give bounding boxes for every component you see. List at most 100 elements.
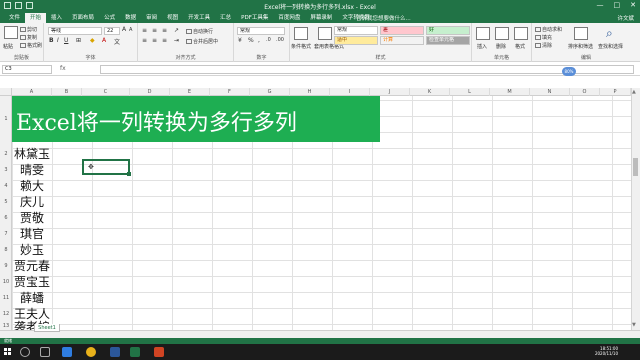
font-size-select[interactable]: 22 <box>104 27 120 35</box>
shrink-font-icon[interactable]: A <box>129 27 132 33</box>
column-header-a[interactable]: A <box>12 88 52 96</box>
scrollbar-thumb[interactable] <box>633 158 638 176</box>
delete-cells-icon[interactable] <box>495 27 509 40</box>
sort-filter-button[interactable]: 排序和筛选 <box>568 43 593 50</box>
column-header-f[interactable]: F <box>210 88 250 96</box>
vertical-scrollbar[interactable] <box>631 88 640 330</box>
sort-filter-icon[interactable] <box>574 27 588 40</box>
fx-icon[interactable]: fx <box>60 65 66 72</box>
tab-screen-record[interactable]: 屏幕录制 <box>305 13 337 23</box>
align-left-icon[interactable]: ≡ <box>142 37 147 44</box>
fill-handle[interactable] <box>127 172 131 176</box>
column-header-g[interactable]: G <box>250 88 290 96</box>
cell-a4[interactable]: 赖大 <box>20 177 44 194</box>
cell-a9[interactable]: 贾元春 <box>14 257 50 274</box>
title-banner[interactable]: Excel将一列转换为多行多列 <box>12 96 380 142</box>
row-header-13[interactable]: 13 <box>0 322 12 330</box>
style-calculation[interactable]: 计算 <box>380 36 424 45</box>
bold-button[interactable]: B <box>49 37 54 44</box>
column-header-j[interactable]: J <box>370 88 410 96</box>
tab-insert[interactable]: 插入 <box>46 13 67 23</box>
insert-cells-icon[interactable] <box>476 27 490 40</box>
cut-button[interactable]: 剪切 <box>20 26 37 33</box>
user-name[interactable]: 许文斌 <box>617 14 634 22</box>
presentation-app-icon[interactable] <box>154 347 164 357</box>
merge-center-button[interactable]: 合并后居中 <box>186 38 218 45</box>
column-header-l[interactable]: L <box>450 88 490 96</box>
tab-view[interactable]: 视图 <box>162 13 183 23</box>
row-header-7[interactable]: 7 <box>0 226 12 242</box>
tab-page-layout[interactable]: 页面布局 <box>67 13 99 23</box>
orientation-icon[interactable]: ↗ <box>174 27 179 34</box>
insert-cells-button[interactable]: 插入 <box>477 43 487 50</box>
word-icon[interactable] <box>110 347 120 357</box>
currency-icon[interactable]: ¥ <box>238 37 242 44</box>
tab-review[interactable]: 审阅 <box>141 13 162 23</box>
row-header-8[interactable]: 8 <box>0 242 12 258</box>
minimize-button[interactable]: — <box>597 1 604 9</box>
align-top-icon[interactable]: ≡ <box>142 27 147 34</box>
phonetic-icon[interactable]: 文 <box>114 37 120 46</box>
cell-a10[interactable]: 贾宝玉 <box>14 273 50 290</box>
font-color-icon[interactable]: A <box>102 37 106 44</box>
cell-a6[interactable]: 贾敬 <box>20 209 44 226</box>
column-header-o[interactable]: O <box>570 88 600 96</box>
select-all-corner[interactable] <box>0 88 12 96</box>
grow-font-icon[interactable]: A <box>122 26 126 33</box>
fill-color-icon[interactable]: ◆ <box>90 37 95 44</box>
tab-pdf-tools[interactable]: PDF工具集 <box>236 13 273 23</box>
row-header-5[interactable]: 5 <box>0 194 12 210</box>
borders-icon[interactable]: ⊞ <box>76 37 81 44</box>
format-cells-icon[interactable] <box>514 27 528 40</box>
name-box[interactable]: C3 <box>2 65 52 74</box>
windows-start-icon[interactable] <box>4 348 12 356</box>
close-button[interactable]: ✕ <box>630 1 636 9</box>
conditional-format-button[interactable]: 条件格式 <box>291 43 311 50</box>
tab-formulas[interactable]: 公式 <box>99 13 120 23</box>
align-middle-icon[interactable]: ≡ <box>152 27 157 34</box>
column-header-h[interactable]: H <box>290 88 330 96</box>
paste-button[interactable]: 粘贴 <box>3 43 13 50</box>
tab-data[interactable]: 数据 <box>120 13 141 23</box>
copy-button[interactable]: 复制 <box>20 34 37 41</box>
magnifier-icon[interactable]: ⌕ <box>606 26 613 41</box>
number-format-select[interactable]: 常规 <box>237 27 285 35</box>
cell-a3[interactable]: 晴雯 <box>20 161 44 178</box>
style-good[interactable]: 好 <box>426 26 470 35</box>
decrease-decimal-icon[interactable]: .00 <box>276 37 284 43</box>
column-header-e[interactable]: E <box>170 88 210 96</box>
align-right-icon[interactable]: ≡ <box>162 37 167 44</box>
indent-icon[interactable]: ⇥ <box>174 37 179 44</box>
wrap-text-button[interactable]: 自动换行 <box>186 28 213 35</box>
row-header-1[interactable]: 1 <box>0 96 12 142</box>
paste-icon[interactable] <box>4 26 18 39</box>
autosum-button[interactable]: 自动求和 <box>535 26 562 33</box>
column-header-n[interactable]: N <box>530 88 570 96</box>
column-header-p[interactable]: P <box>600 88 631 96</box>
row-header-10[interactable]: 10 <box>0 274 12 290</box>
row-header-3[interactable]: 3 <box>0 162 12 178</box>
comma-icon[interactable]: , <box>258 37 260 44</box>
sheet-tab-sheet1[interactable]: Sheet1 <box>34 324 60 332</box>
conditional-format-icon[interactable] <box>294 27 308 40</box>
underline-button[interactable]: U <box>64 37 68 44</box>
align-center-icon[interactable]: ≡ <box>152 37 157 44</box>
edge-icon[interactable] <box>62 347 72 357</box>
column-header-i[interactable]: I <box>330 88 370 96</box>
tab-file[interactable]: 文件 <box>4 13 25 23</box>
column-header-m[interactable]: M <box>490 88 530 96</box>
system-clock[interactable]: 18:51:00 2020/11/10 <box>595 346 618 356</box>
clear-button[interactable]: 清除 <box>535 42 552 49</box>
cell-a2[interactable]: 林黛玉 <box>14 145 50 162</box>
row-header-4[interactable]: 4 <box>0 178 12 194</box>
formula-input[interactable] <box>100 65 634 74</box>
style-neutral[interactable]: 适中 <box>334 36 378 45</box>
row-header-2[interactable]: 2 <box>0 146 12 162</box>
row-header-11[interactable]: 11 <box>0 290 12 306</box>
excel-icon[interactable] <box>130 347 140 357</box>
chrome-icon[interactable] <box>86 347 96 357</box>
tab-summary[interactable]: 汇总 <box>215 13 236 23</box>
tab-baidu-netdisk[interactable]: 百度网盘 <box>273 13 305 23</box>
tab-developer[interactable]: 开发工具 <box>183 13 215 23</box>
table-format-icon[interactable] <box>318 27 332 40</box>
